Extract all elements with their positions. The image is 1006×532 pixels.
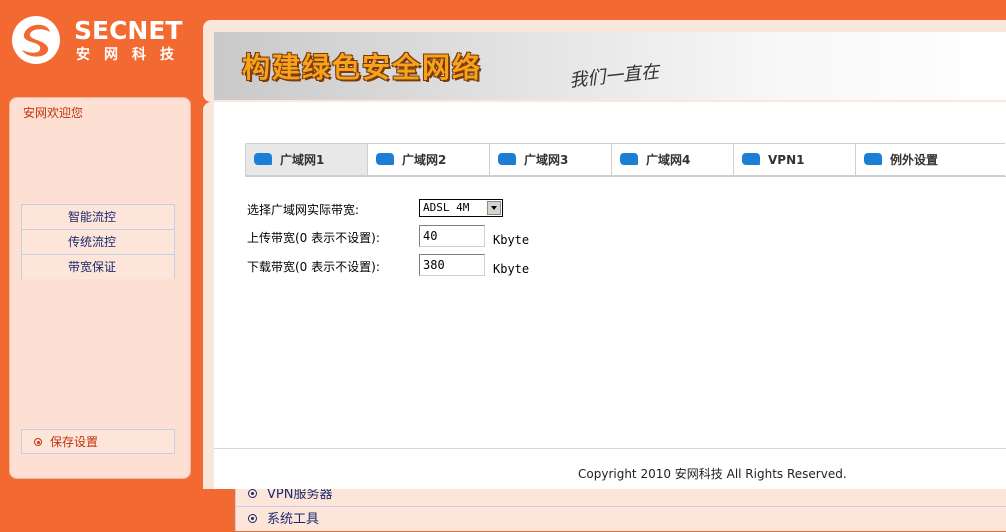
sidebar-menu: 系统信息基本设置智能流控智能流控传统流控带宽保证行为管理高级管理认证服务器防火墙…	[21, 129, 1006, 531]
tab-folder-icon	[498, 153, 516, 165]
tab-label: 广域网2	[402, 153, 447, 167]
download-input[interactable]	[419, 254, 485, 276]
sidebar: 安网欢迎您 系统信息基本设置智能流控智能流控传统流控带宽保证行为管理高级管理认证…	[9, 97, 1006, 531]
download-unit: Kbyte	[493, 262, 530, 276]
sidebar-item-label: 系统工具	[267, 512, 320, 527]
brand-subtitle: 安网科技	[76, 47, 188, 63]
upload-row: 上传带宽(0 表示不设置):	[247, 229, 380, 246]
copyright-text: Copyright 2010 安网科技 All Rights Reserved.	[578, 467, 847, 481]
bandwidth-select[interactable]: ADSL 4M	[419, 199, 503, 217]
upload-input[interactable]	[419, 225, 485, 247]
tab-folder-icon	[254, 153, 272, 165]
header-banner: 构建绿色安全网络 我们一直在	[214, 32, 1006, 100]
sidebar-subitem[interactable]: 传统流控	[21, 229, 175, 254]
tab-4[interactable]: 广域网4	[611, 143, 733, 176]
tab-2[interactable]: 广域网2	[367, 143, 489, 176]
tab-3[interactable]: 广域网3	[489, 143, 611, 176]
sidebar-item-label: 传统流控	[68, 235, 117, 249]
sidebar-item-label: 保存设置	[50, 435, 99, 449]
tab-5[interactable]: VPN1	[733, 143, 855, 176]
sidebar-subitem[interactable]: 带宽保证	[21, 254, 175, 279]
dropdown-arrow-icon[interactable]	[487, 201, 501, 215]
download-row: 下载带宽(0 表示不设置):	[247, 258, 380, 275]
radio-bullet-icon	[34, 438, 42, 446]
tab-folder-icon	[620, 153, 638, 165]
wan-tabs: 广域网1 广域网2 广域网3 广域网4 VPN1 例外设置	[245, 143, 1005, 177]
tab-6[interactable]: 例外设置	[855, 143, 1005, 176]
tab-1[interactable]: 广域网1	[245, 143, 367, 176]
bandwidth-select-value: ADSL 4M	[423, 201, 470, 214]
upload-label: 上传带宽(0 表示不设置):	[247, 231, 380, 245]
logo: SECNET 安网科技	[10, 8, 200, 68]
sidebar-item[interactable]: 系统工具	[235, 506, 1006, 531]
banner-slogan: 我们一直在	[568, 61, 661, 92]
tab-label: VPN1	[768, 153, 805, 167]
banner-title: 构建绿色安全网络	[242, 51, 483, 84]
sidebar-title: 安网欢迎您	[23, 106, 84, 120]
tab-folder-icon	[742, 153, 760, 165]
secnet-logo-icon	[12, 16, 60, 64]
download-label: 下载带宽(0 表示不设置):	[247, 260, 380, 274]
tab-label: 例外设置	[890, 153, 939, 167]
upload-unit: Kbyte	[493, 233, 530, 247]
tab-folder-icon	[376, 153, 394, 165]
tab-label: 广域网3	[524, 153, 569, 167]
tab-folder-icon	[864, 153, 882, 165]
sidebar-item-label: 智能流控	[68, 210, 117, 224]
radio-bullet-icon	[248, 489, 257, 498]
bandwidth-label: 选择广域网实际带宽:	[247, 203, 360, 217]
sidebar-item-label: VPN服务器	[267, 487, 333, 502]
brand-name: SECNET	[74, 16, 183, 45]
sidebar-item-label: 带宽保证	[68, 260, 117, 274]
radio-bullet-icon	[248, 514, 257, 523]
tab-label: 广域网1	[280, 153, 325, 167]
save-settings-button[interactable]: 保存设置	[21, 429, 175, 454]
sidebar-subitem[interactable]: 智能流控	[21, 204, 175, 229]
tabs-baseline	[245, 176, 1006, 177]
bandwidth-row: 选择广域网实际带宽:	[247, 201, 359, 218]
tab-label: 广域网4	[646, 153, 691, 167]
